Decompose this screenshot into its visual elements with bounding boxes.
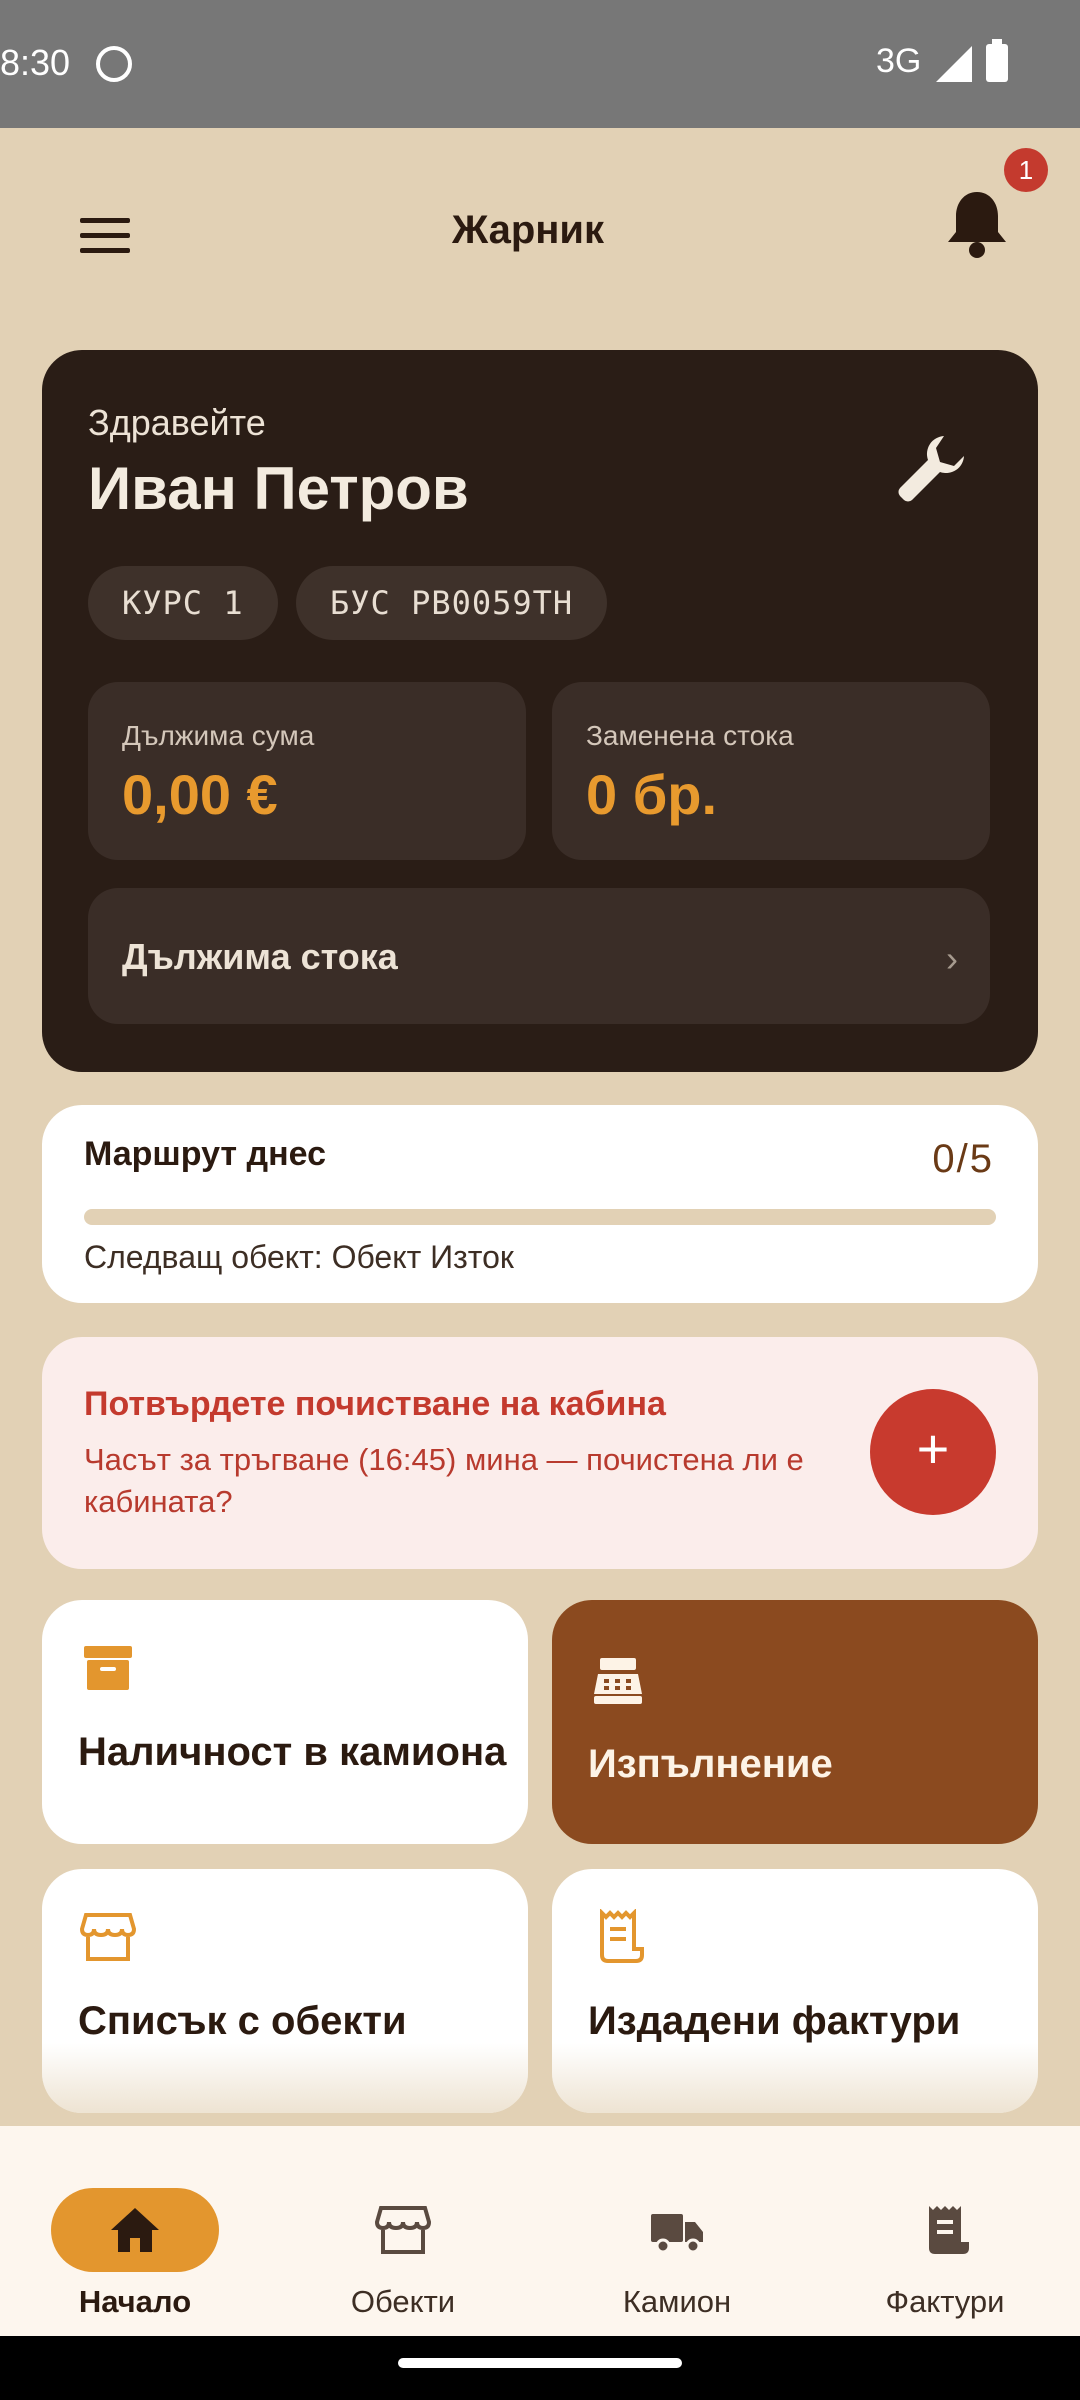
nav-item-invoices[interactable]: Фактури (810, 2156, 1080, 2319)
nav-item-truck[interactable]: Камион (542, 2156, 812, 2319)
nav-label: Фактури (885, 2284, 1005, 2319)
user-name: Иван Петров (88, 455, 469, 522)
receipt-icon (929, 2206, 969, 2254)
chevron-right-icon: › (946, 938, 958, 979)
route-title: Маршрут днес (84, 1135, 326, 1173)
nav-item-objects[interactable]: Обекти (268, 2156, 538, 2319)
app-notification-icon (96, 46, 132, 82)
wrench-icon[interactable] (892, 428, 972, 508)
tile-label: Изпълнение (588, 1742, 833, 1786)
alert-text: Часът за тръгване (16:45) мина — почисте… (84, 1442, 804, 1519)
route-count: 0/5 (932, 1137, 994, 1181)
archive-box-icon (84, 1646, 132, 1690)
alert-title: Потвърдете почистване на кабина (84, 1385, 666, 1423)
network-type: 3G (876, 42, 922, 80)
tile-objects-list[interactable]: Списък с обекти (42, 1869, 528, 2113)
gesture-bar (0, 2336, 1080, 2400)
receipt-icon (600, 1909, 644, 1963)
stat-value: 0,00 € (122, 763, 278, 826)
battery-icon (986, 39, 1008, 82)
nav-label: Обекти (350, 2284, 456, 2319)
tile-truck-inventory[interactable]: Наличност в камиона (42, 1600, 528, 1844)
owed-goods-row[interactable]: Дължима стока › (88, 888, 990, 1024)
profile-card: Здравейте Иван Петров КУРС 1 БУС PB0059T… (42, 350, 1038, 1072)
notification-badge: 1 (1004, 148, 1048, 192)
owed-goods-label: Дължима стока (122, 936, 398, 977)
tile-label: Наличност в камиона (78, 1730, 507, 1774)
tile-execution[interactable]: Изпълнение (552, 1600, 1038, 1844)
bus-chip: БУС PB0059TH (296, 566, 608, 640)
bell-icon[interactable] (944, 188, 1010, 260)
nav-item-home[interactable]: Начало (0, 2156, 270, 2319)
stat-value: 0 бр. (586, 763, 718, 826)
stat-label: Заменена стока (586, 720, 794, 751)
status-time: 8:30 (0, 42, 71, 83)
home-icon (111, 2208, 159, 2252)
stat-label: Дължима сума (122, 720, 315, 751)
tile-issued-invoices[interactable]: Издадени фактури (552, 1869, 1038, 2113)
nav-label: Камион (622, 2284, 732, 2319)
nav-label: Начало (78, 2284, 192, 2319)
confirm-cleaning-button[interactable]: + (870, 1389, 996, 1515)
cabin-cleaning-alert: Потвърдете почистване на кабина Часът за… (42, 1337, 1038, 1569)
replaced-goods-stat: Заменена стока 0 бр. (552, 682, 990, 860)
bottom-navigation: Начало Обекти Камион Фактури (0, 2126, 1080, 2336)
course-chip: КУРС 1 (88, 566, 278, 640)
route-card[interactable]: Маршрут днес 0/5 Следващ обект: Обект Из… (42, 1105, 1038, 1303)
signal-icon (936, 46, 972, 82)
truck-icon (651, 2214, 703, 2254)
owed-amount-stat: Дължима сума 0,00 € (88, 682, 526, 860)
cash-register-icon (594, 1658, 642, 1704)
app-title: Жарник (451, 208, 605, 252)
greeting: Здравейте (88, 402, 266, 443)
home-gesture-handle[interactable] (398, 2358, 682, 2368)
storefront-icon (80, 1913, 136, 1961)
route-progress-bar (84, 1209, 996, 1225)
next-object-text: Следващ обект: Обект Изток (84, 1239, 514, 1275)
storefront-icon (375, 2206, 431, 2254)
status-bar: 8:30 3G (0, 0, 1080, 128)
